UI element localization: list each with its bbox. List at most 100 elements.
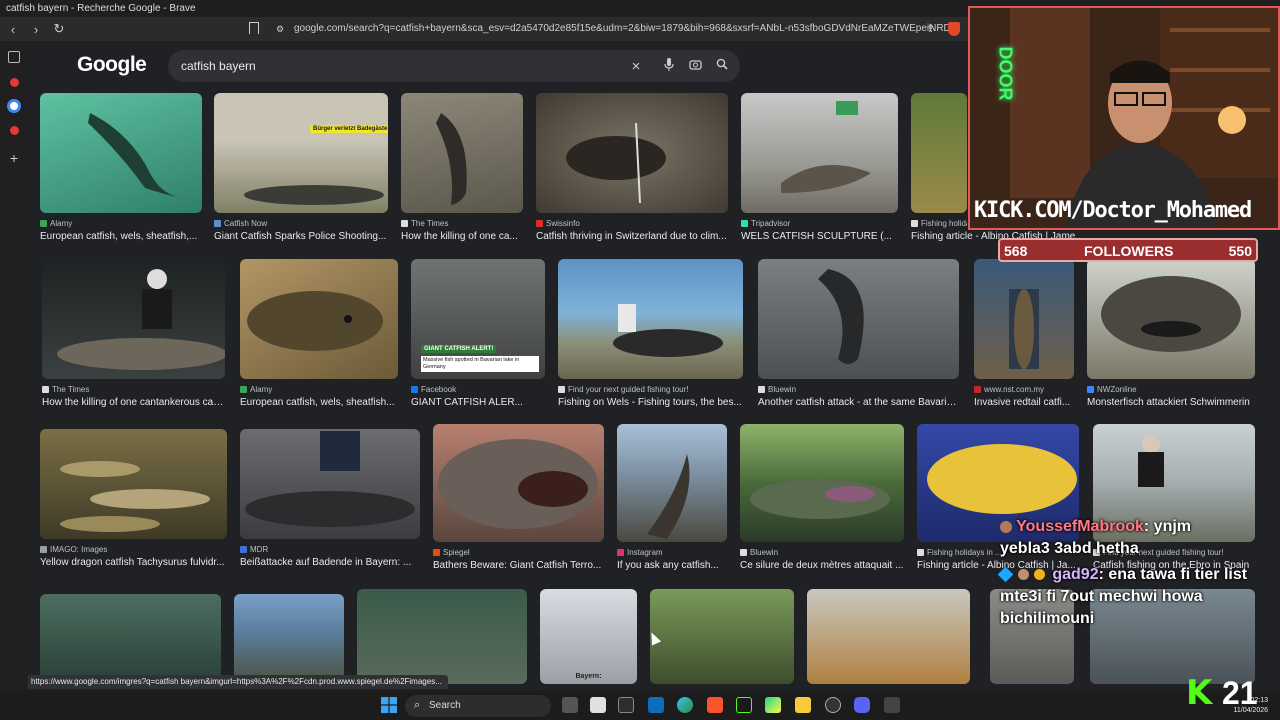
edge-icon[interactable] <box>677 697 693 713</box>
terminal-icon[interactable] <box>618 697 634 713</box>
result-image[interactable] <box>740 424 904 542</box>
youtube-icon[interactable] <box>10 78 19 87</box>
result-image[interactable] <box>234 594 344 684</box>
result-image[interactable] <box>741 93 898 213</box>
result-card[interactable]: Swissinfo Catfish thriving in Switzerlan… <box>536 93 728 242</box>
result-caption[interactable]: European catfish, wels, sheatfish... <box>240 397 398 408</box>
result-card[interactable]: NWZonline Monsterfisch attackiert Schwim… <box>1087 259 1255 408</box>
result-image[interactable] <box>240 259 398 379</box>
result-card[interactable] <box>234 594 344 684</box>
camera-search-icon[interactable] <box>687 58 703 74</box>
result-image[interactable] <box>807 589 970 684</box>
youtube-icon-2[interactable] <box>10 126 19 135</box>
result-caption[interactable]: Another catfish attack - at the same Bav… <box>758 397 959 408</box>
result-card[interactable]: MDR Beißattacke auf Badende in Bayern: .… <box>240 429 420 568</box>
share-icon[interactable]: ⇪ <box>926 22 935 35</box>
result-card[interactable] <box>40 594 221 684</box>
clear-icon[interactable]: × <box>628 58 644 75</box>
result-caption[interactable]: Beißattacke auf Badende in Bayern: ... <box>240 557 420 568</box>
discord-icon[interactable] <box>854 697 870 713</box>
result-card[interactable]: Bluewin Another catfish attack - at the … <box>758 259 959 408</box>
file-explorer-icon[interactable] <box>795 697 811 713</box>
microphone-icon[interactable] <box>661 58 677 74</box>
result-caption[interactable]: Invasive redtail catfi... <box>974 397 1074 408</box>
result-card[interactable] <box>807 589 970 684</box>
result-image[interactable] <box>650 589 794 684</box>
address-bar[interactable]: google.com/search?q=catfish+bayern&sca_e… <box>270 19 970 39</box>
result-card[interactable]: www.nst.com.my Invasive redtail catfi... <box>974 259 1074 408</box>
result-caption[interactable]: Ce silure de deux mètres attaquait ... <box>740 560 904 571</box>
calendar-icon[interactable] <box>590 697 606 713</box>
result-card[interactable]: Find your next guided fishing tour! Fish… <box>558 259 743 408</box>
result-image[interactable] <box>40 93 202 213</box>
add-icon[interactable]: + <box>7 150 21 166</box>
app-grid-icon[interactable] <box>884 697 900 713</box>
bookmark-icon[interactable] <box>249 22 259 34</box>
result-image[interactable] <box>911 93 967 213</box>
result-card[interactable] <box>650 589 794 684</box>
result-caption[interactable]: How the killing of one cantankerous catf… <box>42 397 225 408</box>
result-card[interactable]: Tripadvisor WELS CATFISH SCULPTURE (... <box>741 93 898 242</box>
outlook-icon[interactable] <box>648 697 664 713</box>
obs-icon[interactable] <box>825 697 841 713</box>
search-box[interactable]: catfish bayern × <box>168 50 740 82</box>
google-icon[interactable] <box>7 99 21 113</box>
result-image[interactable] <box>401 93 523 213</box>
result-image[interactable] <box>40 429 227 539</box>
result-card[interactable]: Bayern: <box>540 589 637 684</box>
result-caption[interactable]: How the killing of one ca... <box>401 231 523 242</box>
followers-count-left: 568 <box>1004 243 1028 259</box>
result-image[interactable] <box>240 429 420 539</box>
result-caption[interactable]: Yellow dragon catfish Tachysurus fulvidr… <box>40 557 227 568</box>
result-card[interactable]: Alamy European catfish, wels, sheatfish.… <box>240 259 398 408</box>
site-settings-icon[interactable]: ⚙ <box>276 24 286 34</box>
result-caption[interactable]: Fishing on Wels - Fishing tours, the bes… <box>558 397 743 408</box>
search-icon[interactable] <box>714 58 730 74</box>
task-view-icon[interactable] <box>562 697 578 713</box>
forward-icon[interactable]: › <box>26 19 46 39</box>
sidebar-panel-icon[interactable] <box>8 51 20 63</box>
google-logo[interactable]: Google <box>77 53 147 77</box>
reload-icon[interactable]: ↻ <box>49 19 69 39</box>
result-card[interactable]: Instagram If you ask any catfish... <box>617 424 727 571</box>
brave-icon[interactable] <box>707 697 723 713</box>
result-card[interactable]: IMAGO: Images Yellow dragon catfish Tach… <box>40 429 227 568</box>
result-image[interactable] <box>40 594 221 684</box>
result-caption[interactable]: If you ask any catfish... <box>617 560 727 571</box>
result-image[interactable] <box>357 589 527 684</box>
result-caption[interactable]: European catfish, wels, sheatfish,... <box>40 231 202 242</box>
result-card[interactable]: The Times How the killing of one ca... <box>401 93 523 242</box>
result-card[interactable]: GIANT CATFISH ALERT! Massive fish spotte… <box>411 259 545 408</box>
result-image[interactable] <box>536 93 728 213</box>
taskbar-search[interactable]: ⌕ Search <box>405 695 551 717</box>
result-image[interactable] <box>558 259 743 379</box>
result-caption[interactable]: Catfish thriving in Switzerland due to c… <box>536 231 728 242</box>
result-image[interactable] <box>1087 259 1255 379</box>
result-image[interactable]: Bayern: <box>540 589 637 684</box>
result-caption[interactable]: Giant Catfish Sparks Police Shooting... <box>214 231 388 242</box>
result-card[interactable]: Bürger verletzt Badegäste Catfish Now Gi… <box>214 93 388 242</box>
brave-shields-icon[interactable] <box>948 22 960 36</box>
kick-app-icon[interactable] <box>736 697 752 713</box>
result-card[interactable] <box>357 589 527 684</box>
result-caption[interactable]: GIANT CATFISH ALER... <box>411 397 545 408</box>
result-image[interactable]: Bürger verletzt Badegäste <box>214 93 388 213</box>
result-card[interactable]: Alamy European catfish, wels, sheatfish,… <box>40 93 202 242</box>
result-image[interactable] <box>42 259 225 379</box>
result-image[interactable] <box>433 424 604 542</box>
result-image[interactable]: GIANT CATFISH ALERT! Massive fish spotte… <box>411 259 545 379</box>
result-image[interactable] <box>758 259 959 379</box>
search-input[interactable]: catfish bayern <box>181 59 256 73</box>
pycharm-icon[interactable] <box>765 697 781 713</box>
result-caption[interactable]: Bathers Beware: Giant Catfish Terro... <box>433 560 604 571</box>
result-image[interactable] <box>974 259 1074 379</box>
back-icon[interactable]: ‹ <box>3 19 23 39</box>
result-image[interactable] <box>617 424 727 542</box>
result-caption[interactable]: Monsterfisch attackiert Schwimmerin <box>1087 397 1255 408</box>
result-card[interactable]: Bluewin Ce silure de deux mètres attaqua… <box>740 424 904 571</box>
result-caption[interactable]: WELS CATFISH SCULPTURE (... <box>741 231 898 242</box>
windows-start-icon[interactable] <box>381 697 397 713</box>
result-card[interactable]: Fishing holidays Fishing article - Albin… <box>911 93 1084 242</box>
result-card[interactable]: Spiegel Bathers Beware: Giant Catfish Te… <box>433 424 604 571</box>
result-card[interactable]: The Times How the killing of one cantank… <box>42 259 225 408</box>
